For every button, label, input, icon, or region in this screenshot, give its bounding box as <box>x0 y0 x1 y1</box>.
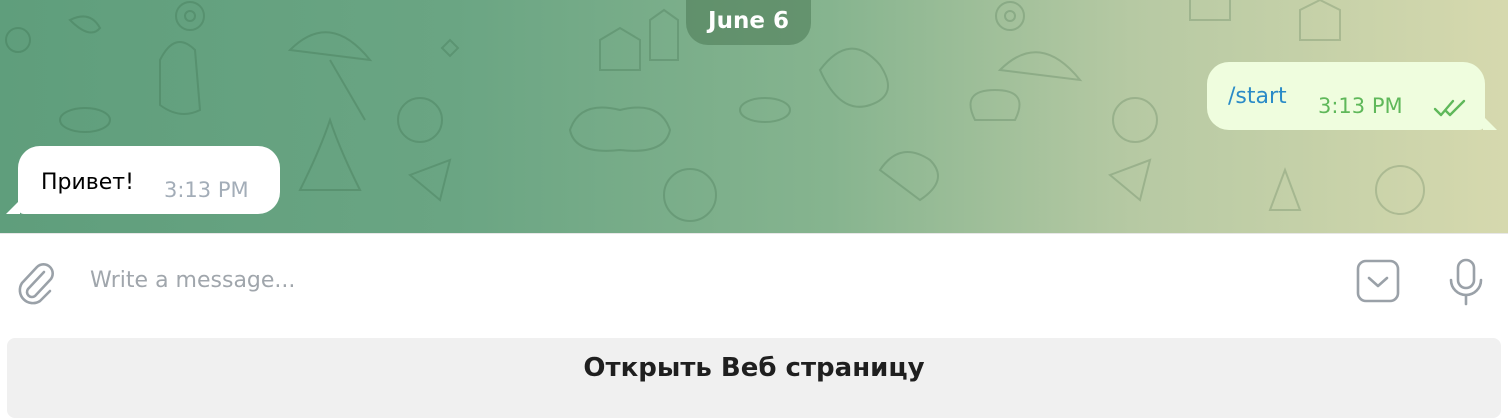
open-webpage-button[interactable]: Открыть Веб страницу <box>7 338 1501 418</box>
bubble-tail <box>6 200 20 214</box>
bubble-tail <box>1483 116 1497 130</box>
incoming-message[interactable]: Привет! 3:13 PM <box>6 146 280 214</box>
microphone-icon[interactable] <box>1446 258 1486 306</box>
message-time: 3:13 PM <box>1318 94 1403 118</box>
chat-background: June 6 /start 3:13 PM Привет! 3:13 PM <box>0 0 1508 233</box>
outgoing-message[interactable]: /start 3:13 PM <box>1207 62 1497 130</box>
paperclip-icon[interactable] <box>14 258 56 306</box>
message-composer <box>0 233 1508 329</box>
message-input[interactable] <box>90 262 1320 298</box>
command-link[interactable]: /start <box>1228 84 1287 109</box>
bot-keyboard-icon[interactable] <box>1356 259 1400 303</box>
message-text: Привет! <box>41 170 134 195</box>
message-time: 3:13 PM <box>164 178 249 202</box>
double-check-icon <box>1433 99 1466 117</box>
date-separator: June 6 <box>686 0 811 45</box>
